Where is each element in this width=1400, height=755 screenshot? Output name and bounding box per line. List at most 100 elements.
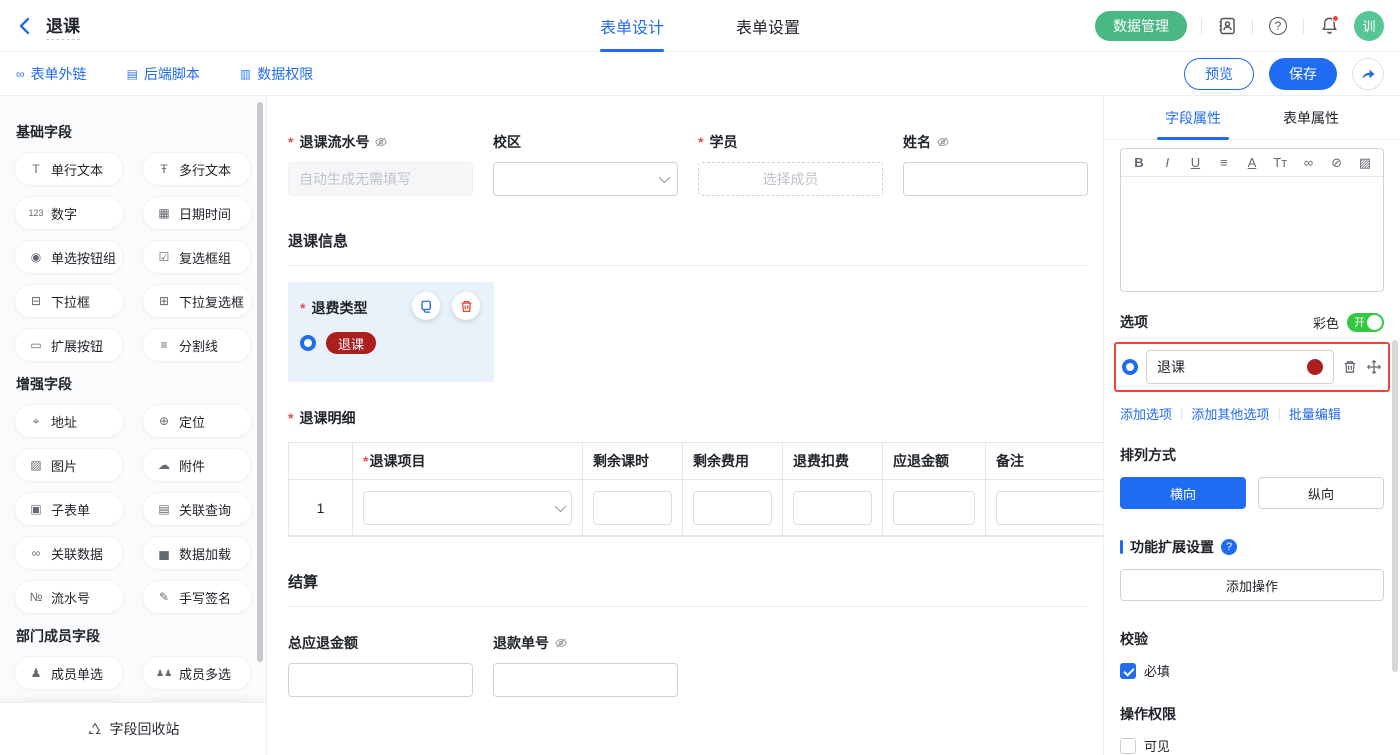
table-cell-input[interactable] — [593, 491, 672, 525]
form-field-学员[interactable]: 学员选择成员 — [698, 132, 883, 196]
tab-表单设置[interactable]: 表单设置 — [736, 0, 800, 52]
option-tag[interactable]: 退课 — [326, 332, 376, 354]
rich-text-area[interactable] — [1121, 177, 1383, 291]
sidebar-scrollbar[interactable] — [257, 102, 263, 662]
option-link-添加其他选项[interactable]: 添加其他选项 — [1191, 404, 1269, 423]
field-input[interactable] — [288, 663, 473, 697]
notification-bell-icon[interactable] — [1318, 15, 1340, 37]
tab-表单设计[interactable]: 表单设计 — [600, 0, 664, 52]
field-pill-成员多选[interactable]: ♟♟成员多选 — [142, 656, 252, 690]
page-title[interactable]: 退课 — [46, 12, 80, 40]
field-pill-单行文本[interactable]: T单行文本 — [14, 152, 124, 186]
back-icon[interactable] — [16, 17, 40, 35]
option-rich-text-editor[interactable]: BIU ≡ A Tт ∞ ⊘▨ — [1120, 148, 1384, 292]
option-color-swatch[interactable] — [1307, 359, 1323, 375]
field-pill-多行文本[interactable]: Ŧ多行文本 — [142, 152, 252, 186]
unlink-icon[interactable]: ⊘ — [1325, 155, 1349, 171]
field-input[interactable] — [903, 162, 1088, 196]
field-pill-扩展按钮[interactable]: ▭扩展按钮 — [14, 328, 124, 362]
form-design-canvas[interactable]: 退课流水号自动生成无需填写校区学员选择成员姓名 退课信息 退费类型 退课 — [267, 96, 1103, 755]
share-button[interactable] — [1352, 58, 1384, 90]
align-icon[interactable]: ≡ — [1212, 155, 1236, 170]
table-cell-input[interactable] — [693, 491, 772, 525]
save-button[interactable]: 保存 — [1269, 58, 1337, 90]
form-field-姓名[interactable]: 姓名 — [903, 132, 1088, 196]
arrange-纵向[interactable]: 纵向 — [1258, 477, 1384, 509]
field-pill-图片[interactable]: ▨图片 — [14, 448, 124, 482]
field-pill-复选框组[interactable]: ☑复选框组 — [142, 240, 252, 274]
checkbox-row-必填[interactable]: 必填 — [1120, 661, 1384, 680]
panel-tab-字段属性[interactable]: 字段属性 — [1165, 96, 1221, 140]
field-pill-附件[interactable]: ☁附件 — [142, 448, 252, 482]
field-pill-定位[interactable]: ⊕定位 — [142, 404, 252, 438]
detail-table[interactable]: 退课项目剩余课时剩余费用退费扣费应退金额备注1 — [288, 442, 1103, 537]
field-input[interactable] — [493, 663, 678, 697]
table-cell-select[interactable] — [363, 491, 572, 525]
option-link-批量编辑[interactable]: 批量编辑 — [1289, 404, 1341, 423]
field-pill-单选按钮组[interactable]: ◉单选按钮组 — [14, 240, 124, 274]
form-field-总应退金额[interactable]: 总应退金额 — [288, 633, 473, 697]
table-cell-input[interactable] — [893, 491, 975, 525]
help-icon[interactable]: ? — [1267, 15, 1289, 37]
arrange-横向[interactable]: 横向 — [1120, 477, 1246, 509]
panel-tab-表单属性[interactable]: 表单属性 — [1283, 96, 1339, 140]
copy-field-button[interactable] — [412, 292, 440, 320]
field-pill-流水号[interactable]: №流水号 — [14, 580, 124, 614]
field-pill-下拉框[interactable]: ⊟下拉框 — [14, 284, 124, 318]
image-icon: ▨ — [28, 458, 44, 472]
field-pill-下拉复选框[interactable]: ⊞下拉复选框 — [142, 284, 252, 318]
option-value-input[interactable]: 退课 — [1146, 350, 1334, 384]
field-label-text: 学员 — [709, 132, 737, 152]
extension-help-icon[interactable]: ? — [1221, 539, 1237, 555]
panel-scrollbar[interactable] — [1392, 340, 1398, 672]
option-radio[interactable] — [1122, 359, 1138, 375]
field-pill-分割线[interactable]: ≡分割线 — [142, 328, 252, 362]
field-pill-子表单[interactable]: ▣子表单 — [14, 492, 124, 526]
field-recycle-bin[interactable]: 字段回收站 — [0, 702, 266, 755]
font-color-icon[interactable]: A — [1240, 155, 1264, 170]
checkbox-row-可见[interactable]: 可见 — [1120, 736, 1384, 755]
field-pill-关联数据[interactable]: ∞关联数据 — [14, 536, 124, 570]
option-row-highlighted[interactable]: 退课 — [1114, 342, 1390, 392]
checkbox-unchecked[interactable] — [1120, 738, 1136, 754]
add-action-button[interactable]: 添加操作 — [1120, 569, 1384, 601]
font-size-icon[interactable]: Tт — [1268, 155, 1292, 170]
form-field-退课流水号[interactable]: 退课流水号自动生成无需填写 — [288, 132, 473, 196]
field-pill-手写签名[interactable]: ✎手写签名 — [142, 580, 252, 614]
field-pill-数据加载[interactable]: ▅数据加载 — [142, 536, 252, 570]
toolbar-link-表单外链[interactable]: ∞表单外链 — [16, 64, 87, 84]
avatar[interactable]: 训 — [1354, 11, 1384, 41]
section-title: 增强字段 — [16, 374, 252, 394]
underline-icon[interactable]: U — [1184, 155, 1208, 170]
table-cell-input[interactable] — [996, 491, 1103, 525]
link-icon[interactable]: ∞ — [1297, 155, 1321, 170]
field-pill-地址[interactable]: ⌖地址 — [14, 404, 124, 438]
toggle-state-label: 开 — [1354, 314, 1365, 330]
selected-field-refund-type[interactable]: 退费类型 退课 — [288, 282, 494, 382]
bold-icon[interactable]: B — [1127, 155, 1151, 170]
delete-field-button[interactable] — [452, 292, 480, 320]
member-picker-button[interactable]: 选择成员 — [698, 162, 883, 196]
form-field-退款单号[interactable]: 退款单号 — [493, 633, 678, 697]
data-manage-button[interactable]: 数据管理 — [1095, 11, 1187, 41]
field-input[interactable]: 自动生成无需填写 — [288, 162, 473, 196]
toolbar-link-数据权限[interactable]: ▥数据权限 — [240, 64, 313, 84]
toolbar-link-后端脚本[interactable]: ▤后端脚本 — [127, 64, 200, 84]
italic-icon[interactable]: I — [1155, 155, 1179, 170]
field-pill-成员单选[interactable]: ♟成员单选 — [14, 656, 124, 690]
form-field-校区[interactable]: 校区 — [493, 132, 678, 196]
insert-image-icon[interactable]: ▨ — [1353, 155, 1377, 171]
table-cell-input[interactable] — [793, 491, 872, 525]
field-pill-数字[interactable]: 123数字 — [14, 196, 124, 230]
field-pill-日期时间[interactable]: ▦日期时间 — [142, 196, 252, 230]
checkbox-checked[interactable] — [1120, 663, 1136, 679]
field-select[interactable] — [493, 162, 678, 196]
option-link-添加选项[interactable]: 添加选项 — [1120, 404, 1172, 423]
address-book-icon[interactable] — [1216, 15, 1238, 37]
option-delete-icon[interactable] — [1342, 359, 1358, 375]
option-drag-icon[interactable] — [1366, 359, 1382, 375]
preview-button[interactable]: 预览 — [1184, 58, 1254, 90]
color-toggle[interactable]: 开 — [1347, 313, 1384, 332]
field-pill-关联查询[interactable]: ▤关联查询 — [142, 492, 252, 526]
radio-selected[interactable] — [300, 335, 316, 351]
